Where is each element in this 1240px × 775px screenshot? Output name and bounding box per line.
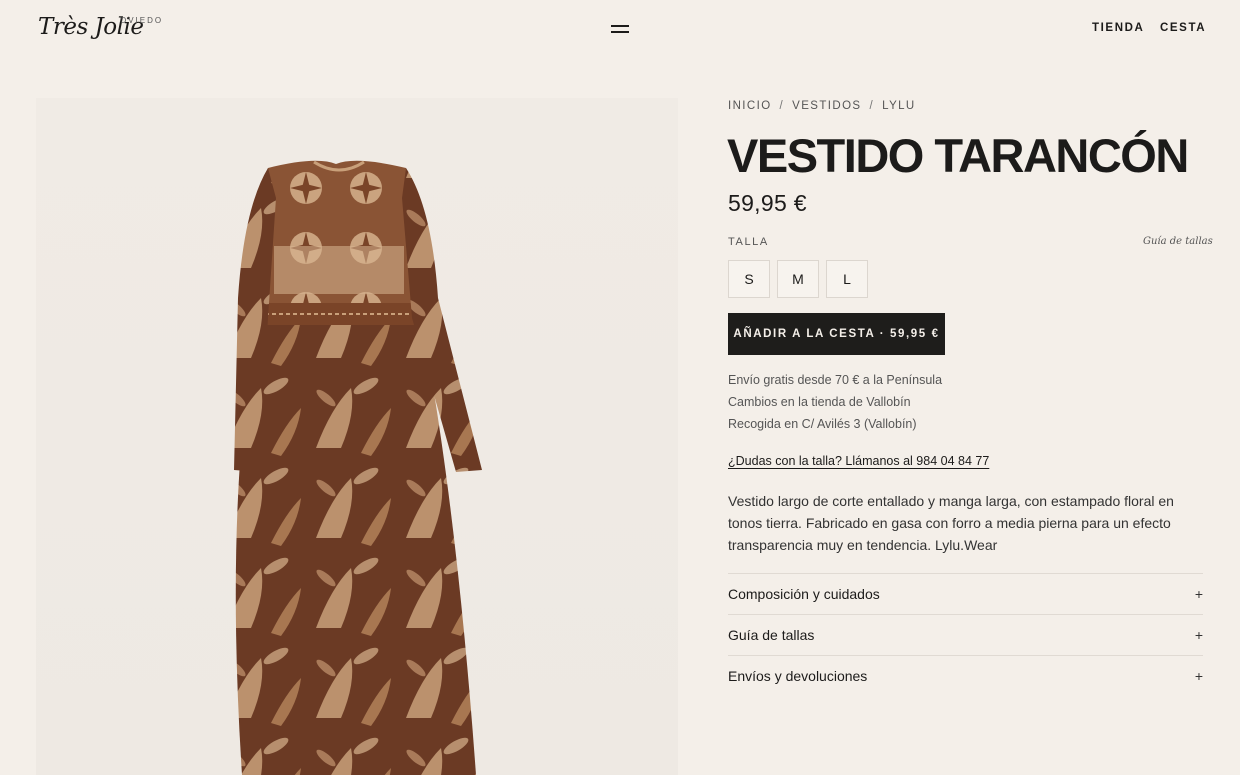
breadcrumb-separator: /: [779, 100, 785, 112]
size-selector: S M L: [728, 260, 868, 298]
product-title: VESTIDO TARANCÓN: [727, 129, 1189, 182]
breadcrumb-lylu[interactable]: LYLU: [882, 100, 916, 112]
size-option-m[interactable]: M: [777, 260, 819, 298]
size-option-s[interactable]: S: [728, 260, 770, 298]
info-line-exchanges: Cambios en la tienda de Vallobín: [728, 395, 911, 409]
product-accordion: Composición y cuidados + Guía de tallas …: [728, 573, 1203, 696]
add-to-cart-button[interactable]: AÑADIR A LA CESTA · 59,95 €: [728, 313, 945, 355]
accordion-composicion[interactable]: Composición y cuidados +: [728, 573, 1203, 614]
accordion-label: Guía de tallas: [728, 627, 815, 643]
accordion-label: Composición y cuidados: [728, 586, 880, 602]
site-header: Très Jolie OVIEDO TIENDA CESTA: [0, 0, 1240, 60]
size-option-l[interactable]: L: [826, 260, 868, 298]
menu-icon[interactable]: [611, 24, 629, 34]
breadcrumb-separator: /: [869, 100, 875, 112]
size-guide-link[interactable]: Guía de tallas: [1143, 236, 1213, 247]
product-description: Vestido largo de corte entallado y manga…: [728, 493, 1174, 553]
info-line-shipping: Envío gratis desde 70 € a la Península: [728, 373, 943, 387]
breadcrumb-inicio[interactable]: INICIO: [728, 100, 772, 112]
brand-location: OVIEDO: [120, 16, 164, 25]
phone-help-link[interactable]: ¿Dudas con la talla? Llámanos al 984 04 …: [728, 454, 989, 468]
accordion-guia-tallas[interactable]: Guía de tallas +: [728, 614, 1203, 655]
nav-link-tienda[interactable]: TIENDA: [1092, 22, 1144, 34]
size-label: TALLA: [728, 236, 769, 248]
info-line-pickup: Recogida en C/ Avilés 3 (Vallobín): [728, 417, 917, 431]
accordion-envios[interactable]: Envíos y devoluciones +: [728, 655, 1203, 696]
breadcrumb-vestidos[interactable]: VESTIDOS: [792, 100, 861, 112]
shipping-info: Envío gratis desde 70 € a la Península C…: [728, 369, 942, 435]
accordion-label: Envíos y devoluciones: [728, 668, 868, 684]
dress-illustration: [234, 160, 482, 775]
plus-icon: +: [1194, 668, 1203, 684]
plus-icon: +: [1194, 586, 1203, 602]
nav-link-cesta[interactable]: CESTA: [1160, 22, 1206, 34]
product-price: 59,95 €: [728, 190, 807, 216]
product-image: [36, 98, 678, 775]
plus-icon: +: [1194, 627, 1203, 643]
breadcrumb: INICIO / VESTIDOS / LYLU: [728, 100, 916, 112]
